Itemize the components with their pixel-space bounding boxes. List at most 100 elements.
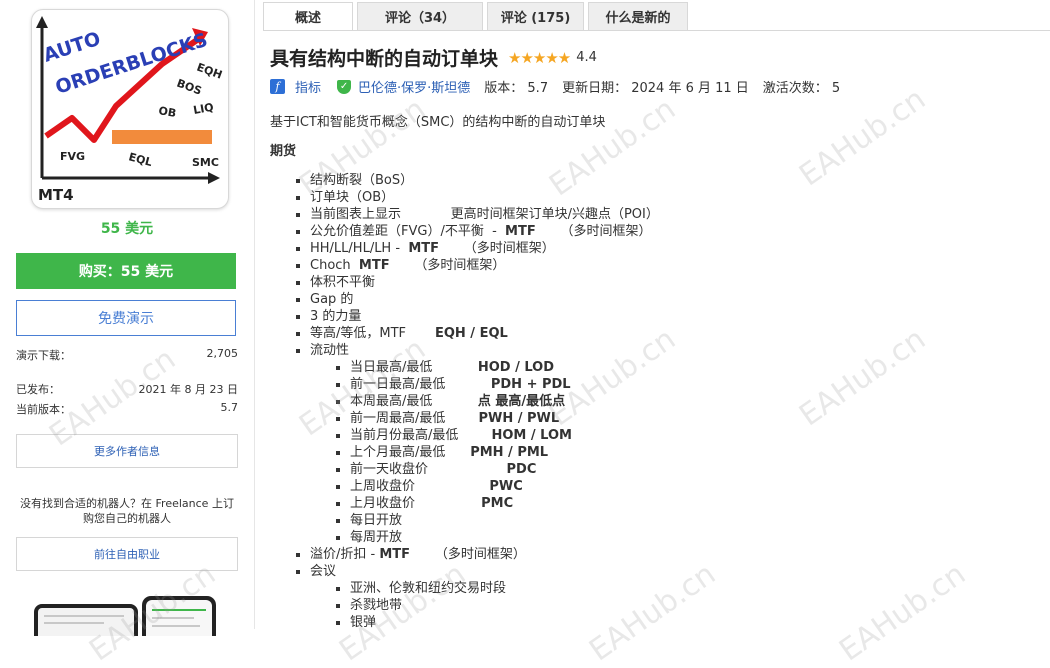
sub-list-item: 当日最高/最低 HOD / LOD <box>332 359 659 376</box>
list-item-emphasis: EQH / EQL <box>434 326 508 341</box>
list-item: 订单块（OB） <box>292 189 659 206</box>
svg-text:MT4: MT4 <box>38 186 74 204</box>
sub-list-item: 杀戮地带 <box>332 597 659 614</box>
list-item-emphasis: MTF <box>379 547 411 562</box>
svg-text:EQH: EQH <box>195 61 224 82</box>
svg-text:SMC: SMC <box>192 156 219 169</box>
list-item-emphasis: PMH / PML <box>470 445 549 460</box>
published-value: 2021 年 8 月 23 日 <box>138 383 238 396</box>
list-item-emphasis: HOD / LOD <box>477 360 555 375</box>
description-heading: 期货 <box>270 144 297 159</box>
list-item-text: 流动性 <box>310 343 350 358</box>
list-item-text: 亚洲、伦敦和纽约交易时段 <box>350 581 507 596</box>
free-demo-button[interactable]: 免费演示 <box>16 300 236 336</box>
sub-list-item: 当前月份最高/最低 HOM / LOM <box>332 427 659 444</box>
list-item-text: 前一天收盘价 <box>350 462 507 477</box>
list-item-text: 体积不平衡 <box>310 275 376 290</box>
list-item-text: 杀戮地带 <box>350 598 403 613</box>
updated-info: 更新日期： 2024 年 6 月 11 日 <box>562 81 749 96</box>
go-freelance-button[interactable]: 前往自由职业 <box>16 537 238 571</box>
current-version-label: 当前版本： <box>16 403 71 416</box>
list-item-text: 等高/等低，MTF <box>310 326 435 341</box>
list-item: 等高/等低，MTF EQH / EQL <box>292 325 659 342</box>
svg-text:EQL: EQL <box>127 150 153 169</box>
sub-list-item: 每周开放 <box>332 529 659 546</box>
product-title: 具有结构中断的自动订单块 <box>270 48 499 70</box>
list-item-emphasis: 点 最高/最低点 <box>477 394 566 409</box>
description-intro: 基于ICT和智能货币概念（SMC）的结构中断的自动订单块 <box>270 115 606 130</box>
list-item-text: 上个月最高/最低 <box>350 445 471 460</box>
list-item-text: 本周最高/最低 <box>350 394 478 409</box>
sub-list-item: 前一周最高/最低 PWH / PWL <box>332 410 659 427</box>
list-item-emphasis: MTF <box>408 241 439 256</box>
tab-comments[interactable]: 评论 (175) <box>487 2 584 30</box>
column-divider <box>254 0 255 629</box>
svg-text:BOS: BOS <box>175 77 204 98</box>
product-price: 55 美元 <box>100 221 154 237</box>
rating-value: 4.4 <box>576 50 597 65</box>
list-item-emphasis: PDH + PDL <box>490 377 571 392</box>
list-item-text: 会议 <box>310 564 337 579</box>
list-item: 溢价/折扣 - MTF （多时间框架） <box>292 546 659 563</box>
feature-list: 结构断裂（BoS） 订单块（OB） 当前图表上显示 更高时间框架订单块/兴趣点（PO… <box>292 172 659 631</box>
svg-text:FVG: FVG <box>60 150 85 163</box>
sub-list-item: 上月收盘价 PMC <box>332 495 659 512</box>
verified-shield-icon: ✓ <box>337 79 352 94</box>
published-label: 已发布： <box>16 383 60 396</box>
list-item: Choch MTF （多时间框架） <box>292 257 659 274</box>
svg-text:OB: OB <box>157 104 177 120</box>
tab-overview[interactable]: 概述 <box>263 2 353 30</box>
list-item-text: Gap 的 <box>310 292 354 307</box>
demo-downloads-label: 演示下载： <box>16 349 71 362</box>
product-logo[interactable]: AUTO ORDERBLOCKS EQH BOS OB LIQ FVG EQL … <box>31 9 229 209</box>
list-item-text: 每周开放 <box>350 530 403 545</box>
current-version-value: 5.7 <box>220 401 239 414</box>
list-item: 公允价值差距（FVG）/不平衡 - MTF （多时间框架） <box>292 223 659 240</box>
more-author-info-button[interactable]: 更多作者信息 <box>16 434 238 468</box>
watermark: EAHub.cn <box>793 321 933 434</box>
current-version-row: 当前版本： 5.7 <box>16 401 238 417</box>
activations-info: 激活次数： 5 <box>762 81 841 96</box>
list-item-suffix: （多时间框架） <box>439 241 555 256</box>
list-item-suffix: （多时间框架） <box>535 224 652 239</box>
list-item-text: 结构断裂（BoS） <box>310 173 414 188</box>
list-item-text: 当前图表上显示 更高时间框架订单块/兴趣点（POI） <box>310 207 659 222</box>
buy-button[interactable]: 购买：55 美元 <box>16 253 236 289</box>
category-link[interactable]: 指标 <box>295 77 321 96</box>
list-item-text: HH/LL/HL/LH - <box>310 241 409 256</box>
sub-list-item: 本周最高/最低 点 最高/最低点 <box>332 393 659 410</box>
list-item-text: 当日最高/最低 <box>350 360 478 375</box>
list-item-text: 上周收盘价 <box>350 479 490 494</box>
list-item: HH/LL/HL/LH - MTF （多时间框架） <box>292 240 659 257</box>
product-title-row: 具有结构中断的自动订单块 ★★★★★ 4.4 <box>270 44 597 71</box>
list-item-text: 银弹 <box>350 615 377 630</box>
sub-list-item: 亚洲、伦敦和纽约交易时段 <box>332 580 659 597</box>
list-item-emphasis: MTF <box>505 224 536 239</box>
list-item-text: 溢价/折扣 - <box>310 547 380 562</box>
list-item-emphasis: HOM / LOM <box>491 428 572 443</box>
list-item-suffix: （多时间框架） <box>410 547 526 562</box>
indicator-icon: f <box>270 79 285 94</box>
list-item-text: 公允价值差距（FVG）/不平衡 - <box>310 224 506 239</box>
list-item: 会议 <box>292 563 659 580</box>
svg-text:LIQ: LIQ <box>192 101 214 117</box>
list-item: 结构断裂（BoS） <box>292 172 659 189</box>
list-item-text: 当前月份最高/最低 <box>350 428 492 443</box>
tab-reviews[interactable]: 评论（34） <box>357 2 483 30</box>
sub-list-item: 银弹 <box>332 614 659 631</box>
list-item: 当前图表上显示 更高时间框架订单块/兴趣点（POI） <box>292 206 659 223</box>
sub-list-item: 上个月最高/最低 PMH / PML <box>332 444 659 461</box>
watermark: EAHub.cn <box>833 556 973 668</box>
published-row: 已发布： 2021 年 8 月 23 日 <box>16 381 238 397</box>
tab-whats-new[interactable]: 什么是新的 <box>588 2 688 30</box>
list-item-text: 每日开放 <box>350 513 403 528</box>
list-item-emphasis: PWH / PWL <box>478 411 560 426</box>
author-link[interactable]: 巴伦德·保罗·斯坦德 <box>358 77 470 96</box>
list-item-text: 前一日最高/最低 <box>350 377 491 392</box>
rating-stars-icon: ★★★★★ <box>508 48 571 67</box>
demo-downloads-value: 2,705 <box>206 347 239 360</box>
list-item-text: 前一周最高/最低 <box>350 411 479 426</box>
sub-list-item: 前一日最高/最低 PDH + PDL <box>332 376 659 393</box>
sidebar: AUTO ORDERBLOCKS EQH BOS OB LIQ FVG EQL … <box>0 0 254 636</box>
list-item-emphasis: MTF <box>358 258 390 273</box>
